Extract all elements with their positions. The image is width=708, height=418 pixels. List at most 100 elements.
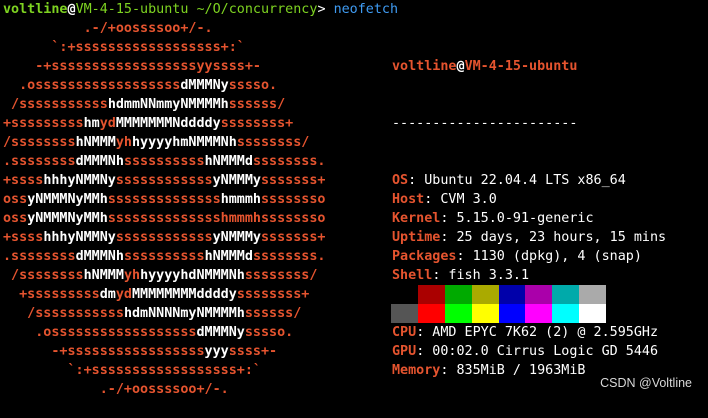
info-row-packages: Packages: 1130 (dpkg), 4 (snap) bbox=[392, 247, 666, 266]
info-row-os: OS: Ubuntu 22.04.4 LTS x86_64 bbox=[392, 171, 666, 190]
logo-segment: yd bbox=[115, 287, 132, 302]
logo-segment: dMMMNh bbox=[75, 154, 124, 169]
info-title: voltline@VM-4-15-ubuntu bbox=[392, 57, 666, 76]
logo-segment: .ssssssss bbox=[3, 154, 76, 169]
logo-segment: sssssss+ bbox=[261, 173, 326, 188]
logo-segment: `:+ssssssssssssssssss+:` bbox=[3, 40, 245, 55]
logo-segment: /ssssssss bbox=[3, 135, 76, 150]
logo-segment: hhhyNMMNy bbox=[43, 173, 116, 188]
terminal-window[interactable]: voltline@VM-4-15-ubuntu ~/O/concurrency>… bbox=[0, 0, 708, 403]
logo-segment: dMMMNh bbox=[75, 249, 124, 264]
info-value: : 5.15.0-91-generic bbox=[440, 211, 594, 226]
logo-line: /ssssssssssshdmmNNmmyNMMMMhssssss/ bbox=[3, 95, 326, 114]
info-row-host: Host: CVM 3.0 bbox=[392, 190, 666, 209]
system-info-panel: voltline@VM-4-15-ubuntu ----------------… bbox=[392, 19, 666, 418]
info-row-shell: Shell: fish 3.3.1 bbox=[392, 266, 666, 285]
color-swatch bbox=[579, 285, 607, 304]
info-key: OS bbox=[392, 173, 409, 188]
logo-segment: +sssssssss bbox=[3, 287, 100, 302]
logo-line: +ssssssssshmydMMMMMMMNddddyssssssss+ bbox=[3, 114, 326, 133]
info-title-at: @ bbox=[456, 59, 465, 74]
info-key: Packages bbox=[392, 249, 457, 264]
logo-segment: hNMMMd bbox=[204, 249, 253, 264]
info-rows: OS: Ubuntu 22.04.4 LTS x86_64 Host: CVM 3… bbox=[392, 171, 666, 380]
logo-line: /sssssssshNMMMyhhyyyyhmNMMMNhssssssss/ bbox=[3, 133, 326, 152]
logo-segment: -+ssssssssssssssssssyyssss+- bbox=[3, 59, 261, 74]
logo-segment: +ssss bbox=[3, 173, 44, 188]
logo-line: +sssshhhyNMMNyssssssssssssyNMMMysssssss+ bbox=[3, 171, 326, 190]
logo-line: `:+ssssssssssssssssss+:` bbox=[3, 38, 326, 57]
logo-line: .ssssssssdMMMNhsssssssssshNMMMdssssssss. bbox=[3, 247, 326, 266]
logo-segment: ssssssss+ bbox=[236, 287, 310, 302]
logo-segment: hNMMM bbox=[83, 268, 124, 283]
logo-segment: sssso. bbox=[244, 325, 294, 340]
color-swatch bbox=[498, 304, 526, 323]
info-key: Kernel bbox=[392, 211, 441, 226]
logo-line: -+sssssssssssssssssyyyssss+- bbox=[3, 342, 326, 361]
info-title-user: voltline bbox=[392, 59, 457, 74]
logo-segment: ssssss/ bbox=[228, 97, 286, 112]
logo-segment: +ssss bbox=[3, 230, 44, 245]
color-swatch bbox=[391, 285, 418, 304]
logo-segment: ssssssss/ bbox=[236, 135, 310, 150]
logo-segment: hyyyyhdNMMMNh bbox=[140, 268, 245, 283]
shell-prompt: voltline@VM-4-15-ubuntu ~/O/concurrency>… bbox=[3, 0, 398, 19]
color-swatch bbox=[579, 304, 607, 323]
info-value: : CVM 3.0 bbox=[424, 192, 497, 207]
logo-segment: MMMMMMMNddddy bbox=[115, 116, 221, 131]
logo-segment: hm bbox=[83, 116, 100, 131]
info-value: : 1130 (dpkg), 4 (snap) bbox=[456, 249, 642, 264]
logo-segment: hmmmh bbox=[220, 192, 261, 207]
palette-row-normal bbox=[391, 285, 607, 304]
info-row-cpu: CPU: AMD EPYC 7K62 (2) @ 2.595GHz bbox=[392, 323, 666, 342]
logo-segment: -+sssssssssssssssss bbox=[3, 344, 205, 359]
color-swatch bbox=[417, 285, 445, 304]
info-row-gpu: GPU: 00:02.0 Cirrus Logic GD 5446 bbox=[392, 342, 666, 361]
logo-segment: .-/+oossssoo+/-. bbox=[3, 21, 213, 36]
logo-segment: yyy bbox=[204, 344, 229, 359]
logo-segment: dm bbox=[99, 287, 116, 302]
color-swatch bbox=[417, 304, 445, 323]
prompt-arrow: > bbox=[317, 2, 334, 17]
info-key: Uptime bbox=[392, 230, 441, 245]
logo-segment: yNMMMy bbox=[212, 173, 261, 188]
prompt-host: VM-4-15-ubuntu bbox=[75, 2, 189, 17]
logo-segment: yh bbox=[123, 268, 141, 283]
logo-segment: hyyyyhmNMMMNh bbox=[132, 135, 237, 150]
logo-segment: ssssssssssssss bbox=[107, 192, 221, 207]
color-swatch bbox=[471, 285, 499, 304]
color-swatch bbox=[552, 285, 580, 304]
logo-segment: .-/+oossssoo+/-. bbox=[3, 382, 229, 397]
color-swatch bbox=[444, 304, 472, 323]
logo-segment: oss bbox=[3, 192, 28, 207]
color-swatch bbox=[444, 285, 472, 304]
logo-line: .-/+oossssoo+/-. bbox=[3, 380, 326, 399]
prompt-path: ~/O/concurrency bbox=[188, 2, 318, 17]
logo-segment: dMMMNy bbox=[196, 325, 245, 340]
logo-line: .ossssssssssssssssssdMMMNysssso. bbox=[3, 76, 326, 95]
info-row-kernel: Kernel: 5.15.0-91-generic bbox=[392, 209, 666, 228]
color-swatch bbox=[471, 304, 499, 323]
logo-segment: ssssssss. bbox=[252, 249, 326, 264]
info-value: : Ubuntu 22.04.4 LTS x86_64 bbox=[408, 173, 626, 188]
logo-segment: oss bbox=[3, 211, 28, 226]
info-key: Host bbox=[392, 192, 425, 207]
logo-segment: /sssssssssss bbox=[3, 97, 108, 112]
info-value: : fish 3.3.1 bbox=[432, 268, 530, 283]
info-row-uptime: Uptime: 25 days, 23 hours, 15 mins bbox=[392, 228, 666, 247]
logo-line: ossyNMMMNyMMhsssssssssssssshmmmhssssssso bbox=[3, 190, 326, 209]
logo-segment: sssssssssssssshmmmhssssssso bbox=[107, 211, 326, 226]
logo-segment: ssssssssssss bbox=[115, 173, 213, 188]
logo-segment: dMMMNy bbox=[180, 78, 229, 93]
info-value: : 835MiB / 1963MiB bbox=[440, 363, 586, 378]
logo-segment: sssssss+ bbox=[261, 230, 326, 245]
logo-segment: /ssssssss bbox=[3, 268, 84, 283]
watermark: CSDN @Voltline bbox=[600, 376, 692, 390]
prompt-user: voltline bbox=[3, 2, 68, 17]
color-swatch bbox=[525, 285, 553, 304]
logo-segment: .ssssssss bbox=[3, 249, 76, 264]
logo-segment: ssss+- bbox=[228, 344, 278, 359]
logo-segment: +sssssssss bbox=[3, 116, 84, 131]
logo-segment: ssssssso bbox=[261, 192, 326, 207]
logo-segment: .ossssssssssssssssss bbox=[3, 78, 181, 93]
